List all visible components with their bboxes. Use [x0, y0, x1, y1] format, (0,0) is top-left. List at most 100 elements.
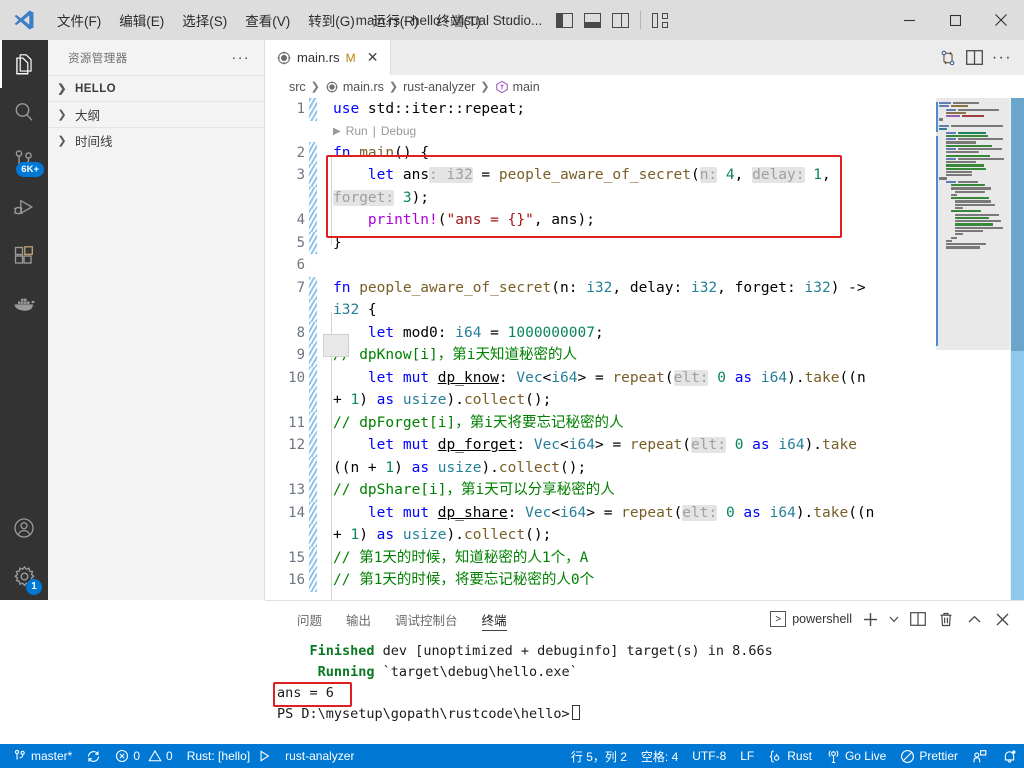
status-eol[interactable]: LF [733, 744, 761, 768]
modified-gutter-indicator [309, 321, 317, 344]
status-problems[interactable]: 0 0 [108, 744, 179, 768]
terminal-output[interactable]: Finished dev [unoptimized + debuginfo] t… [265, 637, 1024, 744]
activitybar-item-run-and-debug[interactable] [0, 184, 48, 232]
toggle-primary-sidebar-icon[interactable] [556, 12, 574, 28]
status-indentation[interactable]: 空格: 4 [634, 744, 685, 768]
breadcrumb-item-main[interactable]: main [513, 80, 540, 94]
breadcrumb-item-file[interactable]: main.rs [343, 80, 384, 94]
split-and-compare-icon[interactable] [939, 49, 957, 67]
toggle-panel-icon[interactable] [584, 12, 602, 28]
modified-gutter-indicator [309, 98, 317, 121]
panel-tab-debug-console[interactable]: 调试控制台 [383, 601, 470, 637]
minimize-button[interactable] [886, 0, 932, 40]
status-rust-project[interactable]: Rust: [hello] [180, 744, 278, 768]
minimap-slider[interactable] [936, 98, 1010, 350]
status-cursor-position[interactable]: 行 5，列 2 [564, 744, 634, 768]
close-button[interactable] [978, 0, 1024, 40]
status-rust-analyzer[interactable]: rust-analyzer [278, 744, 361, 768]
new-terminal-icon[interactable] [860, 609, 880, 629]
menu-file[interactable]: 文件(F) [48, 6, 110, 34]
chevron-right-icon: ❯ [388, 81, 399, 93]
code-lens-sep: | [372, 123, 376, 138]
line-number-blank [265, 389, 305, 412]
sidebar-section-outline[interactable]: ❯ 大纲 [48, 101, 264, 127]
customize-layout-icon[interactable] [652, 12, 669, 28]
chevron-right-icon: ❯ [480, 81, 490, 93]
menu-selection[interactable]: 选择(S) [173, 6, 236, 34]
menu-view[interactable]: 查看(V) [236, 6, 299, 34]
symbol-function-icon [495, 80, 508, 93]
panel-tab-problems[interactable]: 问题 [285, 601, 334, 637]
line-number-blank [265, 187, 305, 210]
menu-go[interactable]: 转到(G) [299, 6, 364, 34]
split-terminal-icon[interactable] [908, 609, 928, 629]
files-icon [16, 54, 32, 75]
status-rust-project-label: Rust: [hello] [186, 749, 251, 763]
activitybar-item-settings[interactable]: 1 [0, 552, 48, 600]
code-text: // dpKnow[i]，第i天知道秘密的人 [333, 347, 577, 363]
warning-icon [148, 749, 162, 762]
status-branch[interactable]: master* [6, 744, 79, 768]
breadcrumb-item-src[interactable]: src [289, 80, 306, 94]
activitybar-item-accounts[interactable] [0, 504, 48, 552]
status-remote-indicator[interactable] [965, 744, 995, 768]
sidebar-section-timeline[interactable]: ❯ 时间线 [48, 127, 264, 153]
status-sync[interactable] [79, 744, 108, 768]
vscode-window: 文件(F) 编辑(E) 选择(S) 查看(V) 转到(G) 运行(R) 终端(T… [0, 0, 1024, 768]
editor-scrollbar[interactable] [1010, 98, 1024, 600]
workbench-body: 6K+ 1 资源管理器 ··· ❯ HELLO ❯ 大纲 ❯ 时间线 main.… [0, 40, 1024, 600]
status-encoding[interactable]: UTF-8 [685, 744, 733, 768]
activitybar-item-source-control[interactable]: 6K+ [0, 136, 48, 184]
terminal-shell-selector[interactable]: > powershell [770, 611, 852, 627]
status-language-mode[interactable]: Rust [761, 744, 819, 768]
code-text: // dpForget[i]，第i天将要忘记秘密的人 [333, 414, 624, 431]
tab-main-rs[interactable]: main.rs M ✕ [265, 40, 391, 75]
line-number: 1 [296, 101, 305, 117]
breadcrumb-item-rust-analyzer[interactable]: rust-analyzer [403, 80, 475, 94]
status-go-live[interactable]: Go Live [819, 744, 893, 768]
run-debug-icon [13, 199, 33, 214]
code-line: 7 fn people_aware_of_secret(n: i32, dela… [265, 276, 1024, 299]
sidebar-title: 资源管理器 [68, 52, 128, 65]
code-line: 5 } [265, 231, 1024, 254]
code-line: 6 [265, 254, 1024, 277]
activitybar-item-search[interactable] [0, 88, 48, 136]
chevron-right-icon: ❯ [310, 81, 320, 93]
modified-gutter-indicator [309, 231, 317, 254]
sidebar-section-hello[interactable]: ❯ HELLO [48, 75, 264, 101]
line-number: 12 [288, 437, 305, 453]
editor-scrollbar-thumb-lower[interactable] [1011, 351, 1024, 600]
maximize-button[interactable] [932, 0, 978, 40]
kill-terminal-icon[interactable] [936, 609, 956, 629]
close-panel-icon[interactable] [992, 609, 1012, 629]
remote-icon [973, 749, 987, 762]
code-text: + 1) as usize).collect(); [333, 527, 552, 543]
code-lens-run[interactable]: Run [346, 121, 368, 142]
code-lens-debug[interactable]: Debug [381, 121, 416, 142]
activitybar-item-docker[interactable] [0, 280, 48, 328]
terminal-dropdown-icon[interactable] [888, 609, 900, 629]
minimap[interactable] [936, 98, 1010, 600]
sidebar-more-actions-icon[interactable]: ··· [231, 49, 256, 66]
panel-tab-output[interactable]: 输出 [334, 601, 383, 637]
code-editor[interactable]: 1 use std::iter::repeat; ▶ Run | Debug 2… [265, 98, 1024, 600]
menu-edit[interactable]: 编辑(E) [110, 6, 173, 34]
split-editor-icon[interactable] [965, 50, 983, 65]
editor-scrollbar-thumb[interactable] [1011, 98, 1024, 351]
tab-close-icon[interactable]: ✕ [365, 49, 381, 66]
more-actions-icon[interactable]: ··· [992, 49, 1012, 65]
status-prettier[interactable]: Prettier [893, 744, 965, 768]
code-text: let mut dp_forget: Vec<i64> = repeat(elt… [367, 437, 857, 453]
toggle-secondary-sidebar-icon[interactable] [612, 12, 630, 28]
code-text: forget: 3); [333, 189, 430, 206]
activitybar-item-extensions[interactable] [0, 232, 48, 280]
status-notifications[interactable] [995, 744, 1024, 768]
line-number: 2 [296, 144, 305, 161]
chevron-right-icon: ❯ [57, 109, 67, 121]
terminal-prompt-line: PS D:\mysetup\gopath\rustcode\hello> [277, 704, 1024, 725]
activitybar-item-explorer[interactable] [0, 40, 48, 88]
panel-tab-terminal[interactable]: 终端 [470, 601, 519, 637]
panel-actions: > powershell [770, 609, 1024, 629]
collapse-panel-icon[interactable] [964, 609, 984, 629]
code-line-wrap: forget: 3); [265, 186, 1024, 210]
